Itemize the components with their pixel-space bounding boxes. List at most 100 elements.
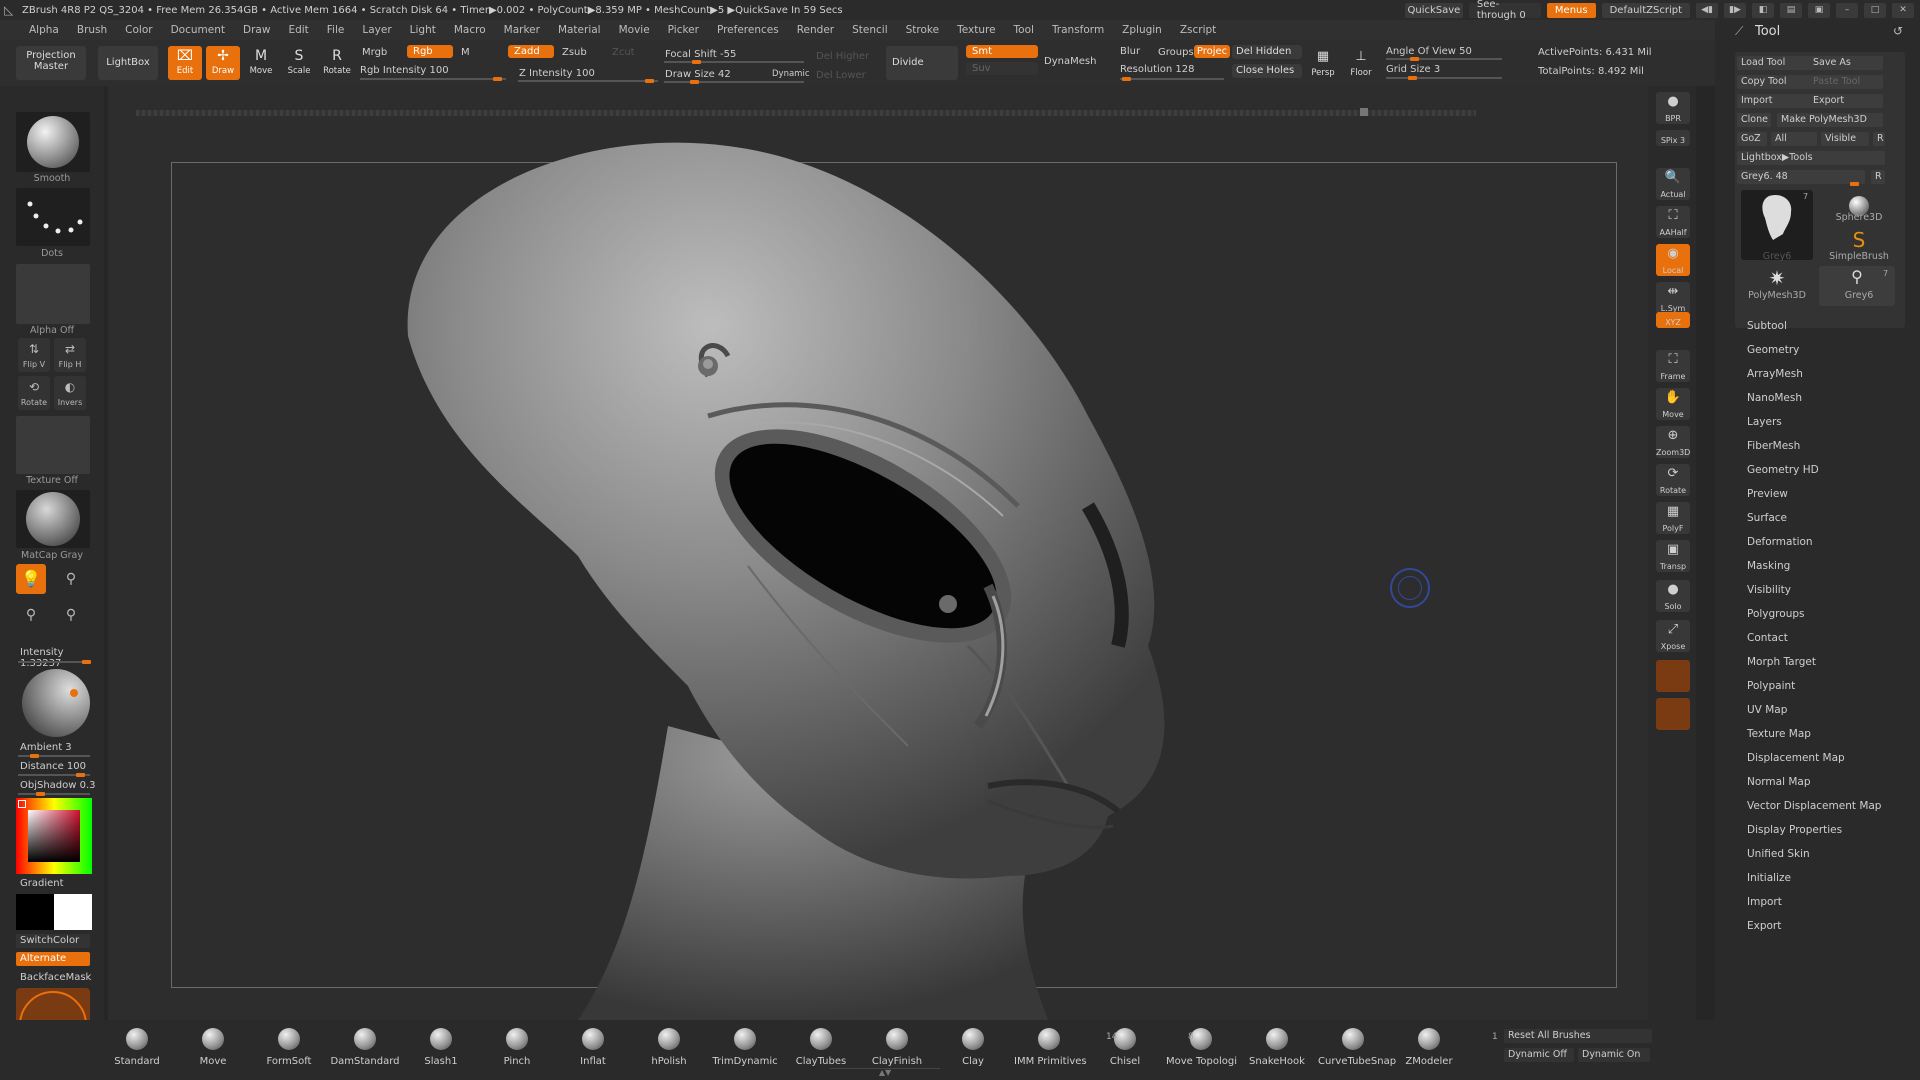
- tool-section-polygroups[interactable]: Polygroups: [1747, 608, 1804, 620]
- switch-color-button[interactable]: SwitchColor: [16, 934, 90, 948]
- draw-button[interactable]: ✢ Draw: [206, 46, 240, 80]
- tool-section-uv-map[interactable]: UV Map: [1747, 704, 1787, 716]
- grid-size-knob[interactable]: [1408, 76, 1417, 80]
- view-solo-button[interactable]: ● Solo: [1656, 580, 1690, 612]
- projection-master-button[interactable]: Projection Master: [16, 46, 86, 80]
- tool-section-visibility[interactable]: Visibility: [1747, 584, 1791, 596]
- see-through-slider[interactable]: See-through 0: [1468, 0, 1541, 21]
- menu-macro[interactable]: Macro: [445, 24, 495, 36]
- brush-chisel[interactable]: Chisel: [1090, 1026, 1160, 1067]
- tool-visible-button[interactable]: Visible: [1821, 132, 1869, 146]
- view-l-sym-button[interactable]: ⇹ L.Sym: [1656, 282, 1690, 314]
- projec-toggle[interactable]: Projec: [1194, 45, 1230, 58]
- objshadow-knob[interactable]: [36, 792, 45, 796]
- light-intensity-slider[interactable]: Intensity 1.33237: [20, 647, 104, 669]
- tool-make-polymesh3d-button[interactable]: Make PolyMesh3D: [1777, 113, 1883, 127]
- focal-shift-slider[interactable]: Focal Shift -55: [665, 49, 736, 60]
- brush-claytubes[interactable]: ClayTubes: [786, 1026, 856, 1067]
- zsub-toggle[interactable]: Zsub: [562, 47, 587, 58]
- primary-color-swatch[interactable]: [16, 894, 54, 930]
- dynamic-size-toggle[interactable]: Dynamic: [772, 69, 810, 79]
- secondary-color-swatch[interactable]: [54, 894, 92, 930]
- tool-import-button[interactable]: Import: [1737, 94, 1811, 108]
- brush-selector[interactable]: [16, 112, 90, 172]
- tool-load-tool-button[interactable]: Load Tool: [1737, 56, 1811, 70]
- menu-zplugin[interactable]: Zplugin: [1113, 24, 1171, 36]
- floor-button[interactable]: ⊥ Floor: [1344, 46, 1378, 80]
- close-icon[interactable]: ✕: [1892, 2, 1914, 18]
- resolution-slider[interactable]: Resolution 128: [1120, 64, 1195, 75]
- color-picker-marker[interactable]: [18, 800, 26, 808]
- view-bpr-button[interactable]: ● BPR: [1656, 92, 1690, 124]
- tool-section-initialize[interactable]: Initialize: [1747, 872, 1791, 884]
- gradient-toggle[interactable]: Gradient: [20, 878, 64, 889]
- zcut-toggle[interactable]: Zcut: [612, 47, 635, 58]
- invert-alpha-button[interactable]: ◐ Invers: [54, 376, 86, 410]
- focal-shift-knob[interactable]: [692, 60, 701, 64]
- brush-zmodeler[interactable]: ZModeler: [1394, 1026, 1464, 1067]
- tool-section-contact[interactable]: Contact: [1747, 632, 1788, 644]
- persp-button[interactable]: ▦ Persp: [1306, 46, 1340, 80]
- menu-light[interactable]: Light: [401, 24, 445, 36]
- tool-section-nanomesh[interactable]: NanoMesh: [1747, 392, 1802, 404]
- menu-tool[interactable]: Tool: [1005, 24, 1043, 36]
- menu-stencil[interactable]: Stencil: [843, 24, 897, 36]
- tool-section-display-properties[interactable]: Display Properties: [1747, 824, 1842, 836]
- view-xyz-button[interactable]: XYZ: [1656, 312, 1690, 328]
- tool-section-geometry-hd[interactable]: Geometry HD: [1747, 464, 1819, 476]
- brush-slash1[interactable]: Slash1: [406, 1026, 476, 1067]
- tool-section-masking[interactable]: Masking: [1747, 560, 1790, 572]
- grid-size-slider[interactable]: Grid Size 3: [1386, 64, 1440, 75]
- light-4-button[interactable]: ⚲: [56, 600, 86, 630]
- document-canvas[interactable]: [108, 86, 1648, 1020]
- rgb-intensity-knob[interactable]: [493, 77, 502, 81]
- tool-lightbox-tools-button[interactable]: Lightbox▶Tools: [1737, 151, 1885, 165]
- tool-all-button[interactable]: All: [1771, 132, 1817, 146]
- color-picker[interactable]: [16, 798, 92, 874]
- brush-pinch[interactable]: Pinch: [482, 1026, 552, 1067]
- smt-toggle[interactable]: Smt: [966, 45, 1038, 58]
- dynamic-off-button[interactable]: Dynamic Off: [1504, 1048, 1574, 1062]
- del-lower-button[interactable]: Del Lower: [816, 70, 866, 81]
- tool-section-surface[interactable]: Surface: [1747, 512, 1787, 524]
- menu-layer[interactable]: Layer: [353, 24, 400, 36]
- tool-copy-tool-button[interactable]: Copy Tool: [1737, 75, 1811, 89]
- objshadow-slider[interactable]: ObjShadow 0.3: [20, 780, 96, 791]
- mrgb-toggle[interactable]: Mrgb: [362, 47, 387, 58]
- light-position-dot[interactable]: [70, 689, 78, 697]
- menu-picker[interactable]: Picker: [659, 24, 708, 36]
- color-picker-shade[interactable]: [28, 810, 80, 862]
- suv-toggle[interactable]: Suv: [966, 62, 1038, 75]
- tool-section-fibermesh[interactable]: FiberMesh: [1747, 440, 1800, 452]
- layout-prev-icon[interactable]: ◀▮: [1696, 2, 1718, 18]
- brush-trimdynamic[interactable]: TrimDynamic: [710, 1026, 780, 1067]
- move-mode-button[interactable]: M Move: [244, 46, 278, 80]
- tool-clone-button[interactable]: Clone: [1737, 113, 1771, 127]
- ambient-slider[interactable]: Ambient 3: [20, 742, 72, 753]
- m-toggle[interactable]: M: [461, 47, 470, 58]
- tool-r-button[interactable]: R: [1871, 170, 1885, 184]
- menu-preferences[interactable]: Preferences: [708, 24, 788, 36]
- ui-color-icon[interactable]: ◧: [1752, 2, 1774, 18]
- brush-snakehook[interactable]: SnakeHook: [1242, 1026, 1312, 1067]
- scale-mode-button[interactable]: S Scale: [282, 46, 316, 80]
- menu-movie[interactable]: Movie: [610, 24, 659, 36]
- backfacemask-toggle[interactable]: BackfaceMask: [20, 972, 91, 983]
- menu-draw[interactable]: Draw: [234, 24, 279, 36]
- brush-formsoft[interactable]: FormSoft: [254, 1026, 324, 1067]
- view-frame-button[interactable]: ⛶ Frame: [1656, 350, 1690, 382]
- menu-edit[interactable]: Edit: [279, 24, 317, 36]
- tool-section-unified-skin[interactable]: Unified Skin: [1747, 848, 1810, 860]
- tool-section-morph-target[interactable]: Morph Target: [1747, 656, 1816, 668]
- del-higher-button[interactable]: Del Higher: [816, 51, 869, 62]
- flip-v-button[interactable]: ⇅ Flip V: [18, 338, 50, 372]
- view-extra-button-1[interactable]: [1656, 660, 1690, 692]
- view-xpose-button[interactable]: ⤢ Xpose: [1656, 620, 1690, 652]
- maximize-icon[interactable]: □: [1864, 2, 1886, 18]
- view-spix-3-button[interactable]: SPix 3: [1656, 130, 1690, 146]
- menu-brush[interactable]: Brush: [68, 24, 116, 36]
- light-3-button[interactable]: ⚲: [16, 600, 46, 630]
- lock-icon[interactable]: ▣: [1808, 2, 1830, 18]
- brush-damstandard[interactable]: DamStandard: [330, 1026, 400, 1067]
- menu-alpha[interactable]: Alpha: [20, 24, 68, 36]
